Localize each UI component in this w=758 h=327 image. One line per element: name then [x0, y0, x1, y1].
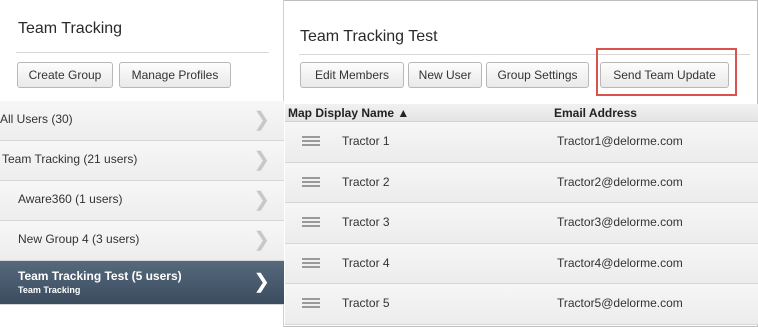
group-item-label: New Group 4 (3 users) — [18, 232, 140, 246]
row-name: Tractor 1 — [342, 134, 390, 148]
group-item-aware360[interactable]: Aware360 (1 users) ❯ — [0, 181, 284, 221]
left-panel-title: Team Tracking — [18, 20, 123, 37]
table-row[interactable]: Tractor 3 Tractor3@delorme.com — [285, 203, 758, 244]
row-name: Tractor 2 — [342, 174, 390, 189]
group-item-label: Aware360 (1 users) — [18, 192, 123, 206]
table-header: Map Display Name ▲ Email Address — [285, 104, 758, 122]
drag-handle-icon[interactable] — [302, 176, 320, 187]
row-name: Tractor 4 — [342, 255, 390, 270]
user-table: Tractor 1 Tractor1@delorme.com Tractor 2… — [285, 122, 758, 325]
edit-members-button[interactable]: Edit Members — [300, 62, 404, 88]
row-email: Tractor2@delorme.com — [557, 174, 683, 189]
row-name: Tractor 5 — [342, 296, 390, 310]
manage-profiles-button[interactable]: Manage Profiles — [119, 62, 231, 88]
group-item-team-tracking[interactable]: Team Tracking (21 users) ❯ — [0, 141, 284, 181]
table-row[interactable]: Tractor 4 Tractor4@delorme.com — [285, 243, 758, 284]
row-email: Tractor4@delorme.com — [557, 255, 683, 270]
group-item-all-users[interactable]: All Users (30) ❯ — [0, 101, 284, 141]
chevron-right-icon: ❯ — [253, 109, 270, 131]
drag-handle-icon[interactable] — [302, 136, 320, 146]
row-name: Tractor 3 — [342, 215, 390, 229]
group-list: All Users (30) ❯ Team Tracking (21 users… — [0, 101, 284, 305]
group-item-new-group-4[interactable]: New Group 4 (3 users) ❯ — [0, 221, 284, 261]
table-row[interactable]: Tractor 1 Tractor1@delorme.com — [285, 122, 758, 163]
table-row[interactable]: Tractor 5 Tractor5@delorme.com — [285, 284, 758, 325]
group-item-team-tracking-test[interactable]: Team Tracking Test (5 users) Team Tracki… — [0, 261, 284, 305]
chevron-right-icon: ❯ — [253, 271, 270, 293]
group-settings-button[interactable]: Group Settings — [486, 62, 589, 88]
row-email: Tractor5@delorme.com — [557, 296, 683, 310]
chevron-right-icon: ❯ — [253, 189, 270, 211]
group-item-sublabel: Team Tracking — [18, 285, 81, 295]
chevron-right-icon: ❯ — [253, 229, 270, 251]
table-row[interactable]: Tractor 2 Tractor2@delorme.com — [285, 162, 758, 203]
row-email: Tractor3@delorme.com — [557, 215, 683, 229]
drag-handle-icon[interactable] — [302, 257, 320, 268]
column-header-name[interactable]: Map Display Name ▲ — [288, 106, 409, 120]
chevron-right-icon: ❯ — [253, 149, 270, 171]
create-group-button[interactable]: Create Group — [17, 62, 113, 88]
row-email: Tractor1@delorme.com — [557, 134, 683, 148]
group-item-label: Team Tracking Test (5 users) — [18, 269, 182, 283]
highlight-box — [596, 48, 737, 96]
column-header-email[interactable]: Email Address — [554, 106, 637, 120]
divider — [16, 52, 269, 53]
drag-handle-icon[interactable] — [302, 298, 320, 308]
new-user-button[interactable]: New User — [408, 62, 482, 88]
left-panel: Team Tracking Create Group Manage Profil… — [0, 0, 284, 327]
group-item-label: All Users (30) — [0, 112, 73, 126]
group-item-label: Team Tracking (21 users) — [2, 152, 138, 166]
drag-handle-icon[interactable] — [302, 217, 320, 227]
right-panel-title: Team Tracking Test — [300, 28, 438, 45]
